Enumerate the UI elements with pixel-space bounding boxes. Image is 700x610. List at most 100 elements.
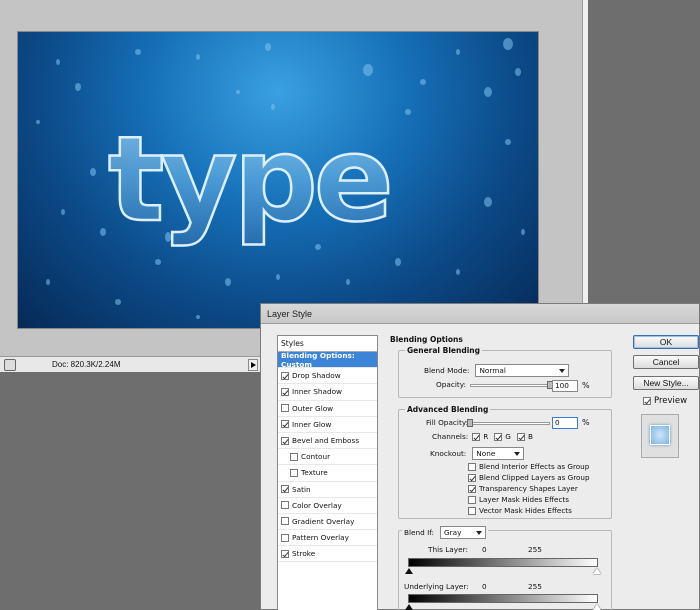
style-checkbox[interactable] bbox=[281, 517, 289, 526]
option-vector-mask-hides-effects[interactable]: Vector Mask Hides Effects bbox=[468, 505, 590, 516]
blending-options-panel: Blending Options General Blending Blend … bbox=[388, 332, 616, 610]
style-checkbox[interactable] bbox=[281, 501, 289, 510]
style-item-label: Contour bbox=[301, 452, 331, 462]
blend-mode-label: Blend Mode: bbox=[424, 366, 470, 375]
fill-opacity-slider-track[interactable] bbox=[470, 422, 550, 425]
style-item-label: Bevel and Emboss bbox=[292, 436, 360, 446]
option-label: Blend Interior Effects as Group bbox=[479, 462, 590, 471]
preview-label: Preview bbox=[654, 396, 688, 406]
this-layer-label: This Layer: bbox=[428, 545, 468, 554]
option-checkbox[interactable] bbox=[468, 495, 476, 504]
style-item-texture[interactable]: Texture bbox=[278, 465, 377, 482]
blend-mode-select[interactable]: Normal bbox=[475, 364, 570, 377]
fill-opacity-input[interactable]: 0 bbox=[552, 417, 578, 429]
doc-size: Doc: 820.3K/2.24M bbox=[52, 360, 121, 369]
style-checkbox[interactable] bbox=[290, 452, 298, 461]
style-item-inner-glow[interactable]: Inner Glow bbox=[278, 417, 377, 433]
style-item-satin[interactable]: Satin bbox=[278, 482, 377, 498]
option-transparency-shapes-layer[interactable]: Transparency Shapes Layer bbox=[468, 483, 590, 494]
dialog-title: Layer Style bbox=[261, 304, 699, 324]
style-item-gradient-overlay[interactable]: Gradient Overlay bbox=[278, 514, 377, 531]
status-bar: Doc: 820.3K/2.24M bbox=[0, 356, 260, 372]
option-blend-clipped-layers-as-group[interactable]: Blend Clipped Layers as Group bbox=[468, 472, 590, 483]
style-item-drop-shadow[interactable]: Drop Shadow bbox=[278, 368, 377, 385]
style-checkbox[interactable] bbox=[281, 436, 289, 445]
style-item-contour[interactable]: Contour bbox=[278, 449, 377, 466]
style-item-label: Stroke bbox=[292, 549, 316, 559]
style-checkbox[interactable] bbox=[281, 549, 289, 558]
blending-options-title: Blending Options bbox=[390, 335, 463, 344]
channel-b[interactable]: B bbox=[516, 432, 533, 441]
style-checkbox[interactable] bbox=[281, 533, 289, 542]
style-item-label: Inner Glow bbox=[292, 419, 332, 429]
status-menu-arrow-icon[interactable] bbox=[248, 358, 258, 371]
style-item-color-overlay[interactable]: Color Overlay bbox=[278, 498, 377, 514]
opacity-slider-track[interactable] bbox=[470, 384, 550, 387]
svg-text:type: type bbox=[108, 110, 390, 248]
option-checkbox[interactable] bbox=[468, 506, 476, 515]
style-checkbox[interactable] bbox=[281, 420, 289, 429]
option-checkbox[interactable] bbox=[468, 484, 476, 493]
fill-opacity-label: Fill Opacity: bbox=[426, 418, 469, 427]
option-label: Vector Mask Hides Effects bbox=[479, 506, 572, 515]
knockout-select[interactable]: None bbox=[472, 447, 525, 460]
preview-swatch bbox=[650, 425, 670, 445]
channel-checkbox[interactable] bbox=[494, 432, 503, 441]
option-checkbox[interactable] bbox=[468, 462, 476, 471]
fill-opacity-slider-thumb[interactable] bbox=[467, 419, 473, 427]
underlying-layer-max: 255 bbox=[528, 582, 542, 591]
style-checkbox[interactable] bbox=[290, 468, 298, 477]
knockout-label: Knockout: bbox=[430, 449, 467, 458]
this-layer-min: 0 bbox=[482, 545, 487, 554]
channel-label: G bbox=[505, 432, 511, 441]
style-item-label: Drop Shadow bbox=[292, 371, 341, 381]
channel-g[interactable]: G bbox=[494, 432, 511, 441]
image-canvas[interactable]: type bbox=[18, 32, 538, 328]
channel-r[interactable]: R bbox=[472, 432, 488, 441]
style-checkbox[interactable] bbox=[281, 371, 289, 380]
option-label: Transparency Shapes Layer bbox=[479, 484, 578, 493]
channels-label: Channels: bbox=[432, 432, 469, 441]
channel-checkbox[interactable] bbox=[472, 432, 481, 441]
opacity-input[interactable]: 100 bbox=[552, 380, 578, 392]
style-item-inner-shadow[interactable]: Inner Shadow bbox=[278, 384, 377, 401]
blend-if-select[interactable]: Gray bbox=[440, 526, 487, 539]
option-blend-interior-effects-as-group[interactable]: Blend Interior Effects as Group bbox=[468, 461, 590, 472]
style-checkbox[interactable] bbox=[281, 387, 289, 396]
opacity-label: Opacity: bbox=[436, 380, 466, 389]
style-item-outer-glow[interactable]: Outer Glow bbox=[278, 401, 377, 417]
blend-if-label: Blend If: bbox=[404, 528, 435, 537]
style-checkbox[interactable] bbox=[281, 404, 289, 413]
workspace-background bbox=[588, 0, 700, 305]
channel-checkbox[interactable] bbox=[516, 432, 525, 441]
style-item-label: Inner Shadow bbox=[292, 387, 343, 397]
underlying-layer-black-slider[interactable] bbox=[405, 604, 413, 610]
styles-list: Styles Blending Options: Custom Drop Shad… bbox=[277, 335, 378, 610]
option-label: Blend Clipped Layers as Group bbox=[479, 473, 590, 482]
channel-label: B bbox=[527, 432, 533, 441]
preview-checkbox[interactable] bbox=[643, 397, 651, 405]
style-item-stroke[interactable]: Stroke bbox=[278, 546, 377, 563]
zoom-icon[interactable] bbox=[4, 358, 16, 371]
underlying-layer-min: 0 bbox=[482, 582, 487, 591]
option-checkbox[interactable] bbox=[468, 473, 476, 482]
fill-opacity-unit: % bbox=[582, 418, 590, 427]
underlying-layer-white-slider[interactable] bbox=[593, 604, 601, 610]
this-layer-black-slider[interactable] bbox=[405, 568, 413, 574]
this-layer-gradient bbox=[408, 558, 598, 567]
this-layer-white-slider[interactable] bbox=[593, 568, 601, 574]
cancel-button[interactable]: Cancel bbox=[633, 355, 699, 369]
option-layer-mask-hides-effects[interactable]: Layer Mask Hides Effects bbox=[468, 494, 590, 505]
style-item-blending-options-custom[interactable]: Blending Options: Custom bbox=[278, 351, 377, 369]
ok-button[interactable]: OK bbox=[633, 335, 699, 349]
style-item-pattern-overlay[interactable]: Pattern Overlay bbox=[278, 530, 377, 547]
style-preview bbox=[641, 414, 679, 458]
styles-header[interactable]: Styles bbox=[278, 336, 377, 352]
style-item-label: Pattern Overlay bbox=[292, 533, 349, 543]
style-checkbox[interactable] bbox=[281, 485, 289, 494]
new-style-button[interactable]: New Style... bbox=[633, 376, 699, 390]
underlying-layer-gradient bbox=[408, 594, 598, 603]
this-layer-max: 255 bbox=[528, 545, 542, 554]
style-item-bevel-and-emboss[interactable]: Bevel and Emboss bbox=[278, 433, 377, 450]
style-item-label: Outer Glow bbox=[292, 403, 334, 413]
